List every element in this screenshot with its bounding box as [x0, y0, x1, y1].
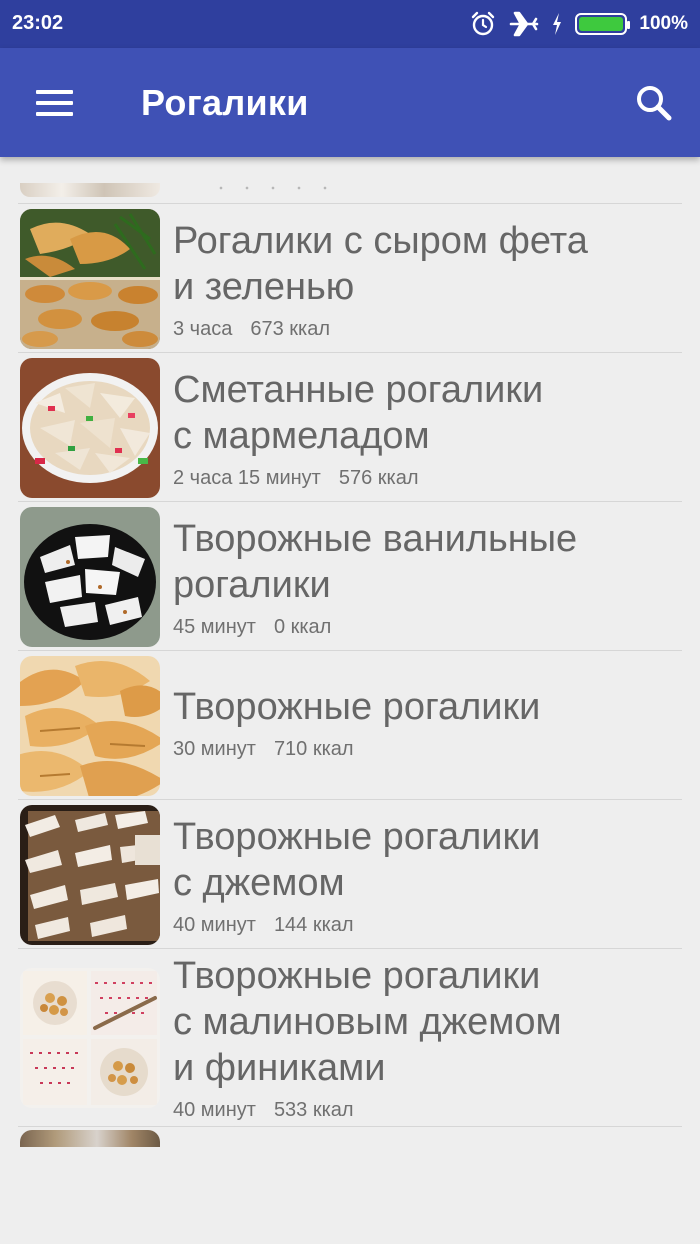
recipe-title-line: Рогалики с сыром фета	[173, 220, 588, 262]
search-icon[interactable]	[626, 78, 682, 128]
recipe-thumbnail	[20, 968, 160, 1108]
airplane-icon	[510, 11, 539, 37]
list-item[interactable]: Творожные рогалики с малиновым джемом и …	[18, 949, 682, 1127]
recipe-thumbnail	[20, 209, 160, 349]
recipe-title-line: Творожные рогалики	[173, 816, 541, 858]
recipe-time: 3 часа	[173, 318, 233, 340]
recipe-meta: 40 минут 533 ккал	[173, 1099, 674, 1122]
recipe-title-line: с джемом	[173, 862, 345, 904]
recipe-thumbnail	[20, 805, 160, 945]
list-item-partial[interactable]	[20, 1130, 160, 1147]
recipe-thumbnail	[20, 183, 160, 197]
recipe-title-line: Сметанные рогалики	[173, 369, 544, 411]
status-icons: 100%	[469, 10, 688, 38]
recipe-calories: 576 ккал	[338, 467, 419, 489]
recipe-title-line: и зеленью	[173, 266, 355, 308]
recipe-title: Творожные ванильные рогалики	[173, 516, 674, 608]
recipe-title-line: и финиками	[173, 1047, 386, 1089]
recipe-calories: 144 ккал	[273, 914, 354, 936]
recipe-title-line: рогалики	[173, 564, 331, 606]
recipe-time: 40 минут	[173, 1099, 256, 1121]
recipe-title: Сметанные рогалики с мармеладом	[173, 367, 674, 459]
app-bar: Рогалики	[0, 48, 700, 157]
recipe-title-line: с мармеладом	[173, 415, 430, 457]
partial-text	[208, 185, 338, 191]
battery-percent: 100%	[639, 13, 688, 34]
recipe-time: 40 минут	[173, 914, 256, 936]
list-item[interactable]: Сметанные рогалики с мармеладом 2 часа 1…	[18, 353, 682, 502]
list-item[interactable]: Творожные ванильные рогалики 45 минут 0 к…	[18, 502, 682, 651]
recipe-thumbnail	[20, 358, 160, 498]
recipe-title-line: Творожные рогалики	[173, 955, 541, 997]
list-item[interactable]: Творожные рогалики 30 минут 710 ккал	[18, 651, 682, 800]
recipe-calories: 533 ккал	[273, 1099, 354, 1121]
battery-level	[579, 17, 624, 31]
recipe-title-line: с малиновым джемом	[173, 1001, 562, 1043]
recipe-title-line: Творожные ванильные	[173, 518, 578, 560]
recipe-meta: 40 минут 144 ккал	[173, 914, 674, 937]
recipe-thumbnail	[20, 507, 160, 647]
status-time: 23:02	[12, 12, 64, 34]
status-bar: 23:02 100%	[0, 0, 700, 48]
recipe-calories: 673 ккал	[250, 318, 331, 340]
recipe-thumbnail	[20, 656, 160, 796]
recipe-title: Творожные рогалики с малиновым джемом и …	[173, 953, 674, 1091]
recipe-meta: 3 часа 673 ккал	[173, 318, 674, 341]
recipe-list[interactable]: Рогалики с сыром фета и зеленью 3 часа 67…	[0, 157, 700, 1147]
recipe-title-line: Творожные рогалики	[173, 686, 541, 728]
list-item-partial[interactable]	[18, 157, 682, 204]
hamburger-menu-icon[interactable]	[26, 80, 84, 126]
recipe-title: Творожные рогалики с джемом	[173, 814, 674, 906]
alarm-icon	[472, 11, 495, 36]
recipe-title: Творожные рогалики	[173, 684, 674, 730]
list-item[interactable]: Творожные рогалики с джемом 40 минут 144 …	[18, 800, 682, 949]
recipe-meta: 30 минут 710 ккал	[173, 738, 674, 761]
recipe-calories: 710 ккал	[273, 738, 354, 760]
list-item[interactable]: Рогалики с сыром фета и зеленью 3 часа 67…	[18, 204, 682, 353]
battery-icon	[575, 13, 631, 35]
recipe-time: 30 минут	[173, 738, 256, 760]
recipe-meta: 2 часа 15 минут 576 ккал	[173, 467, 674, 490]
page-title: Рогалики	[141, 82, 309, 123]
recipe-meta: 45 минут 0 ккал	[173, 616, 674, 639]
recipe-title: Рогалики с сыром фета и зеленью	[173, 218, 674, 310]
recipe-calories: 0 ккал	[273, 616, 332, 638]
recipe-time: 2 часа 15 минут	[173, 467, 321, 489]
charging-icon	[553, 13, 562, 35]
recipe-time: 45 минут	[173, 616, 256, 638]
